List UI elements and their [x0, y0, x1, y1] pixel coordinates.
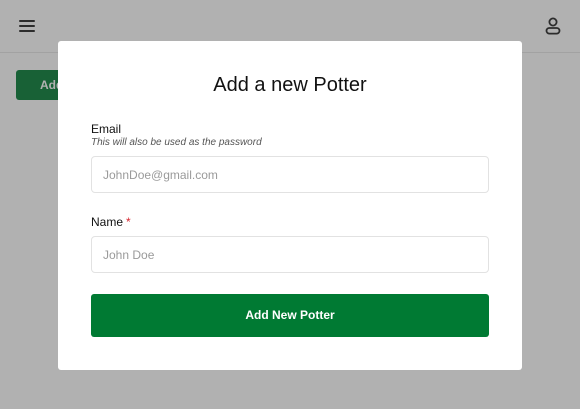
email-hint: This will also be used as the password — [91, 137, 262, 148]
modal-title: Add a new Potter — [213, 74, 367, 96]
email-input[interactable] — [91, 156, 489, 193]
name-label: Name — [91, 215, 124, 229]
add-potter-modal: Add a new Potter Email This will also be… — [58, 41, 522, 370]
add-new-potter-button[interactable]: Add New Potter — [91, 294, 489, 337]
name-label-group: Name * — [91, 215, 131, 229]
email-label: Email — [91, 122, 122, 136]
required-marker: * — [126, 215, 131, 229]
name-input[interactable] — [91, 236, 489, 273]
